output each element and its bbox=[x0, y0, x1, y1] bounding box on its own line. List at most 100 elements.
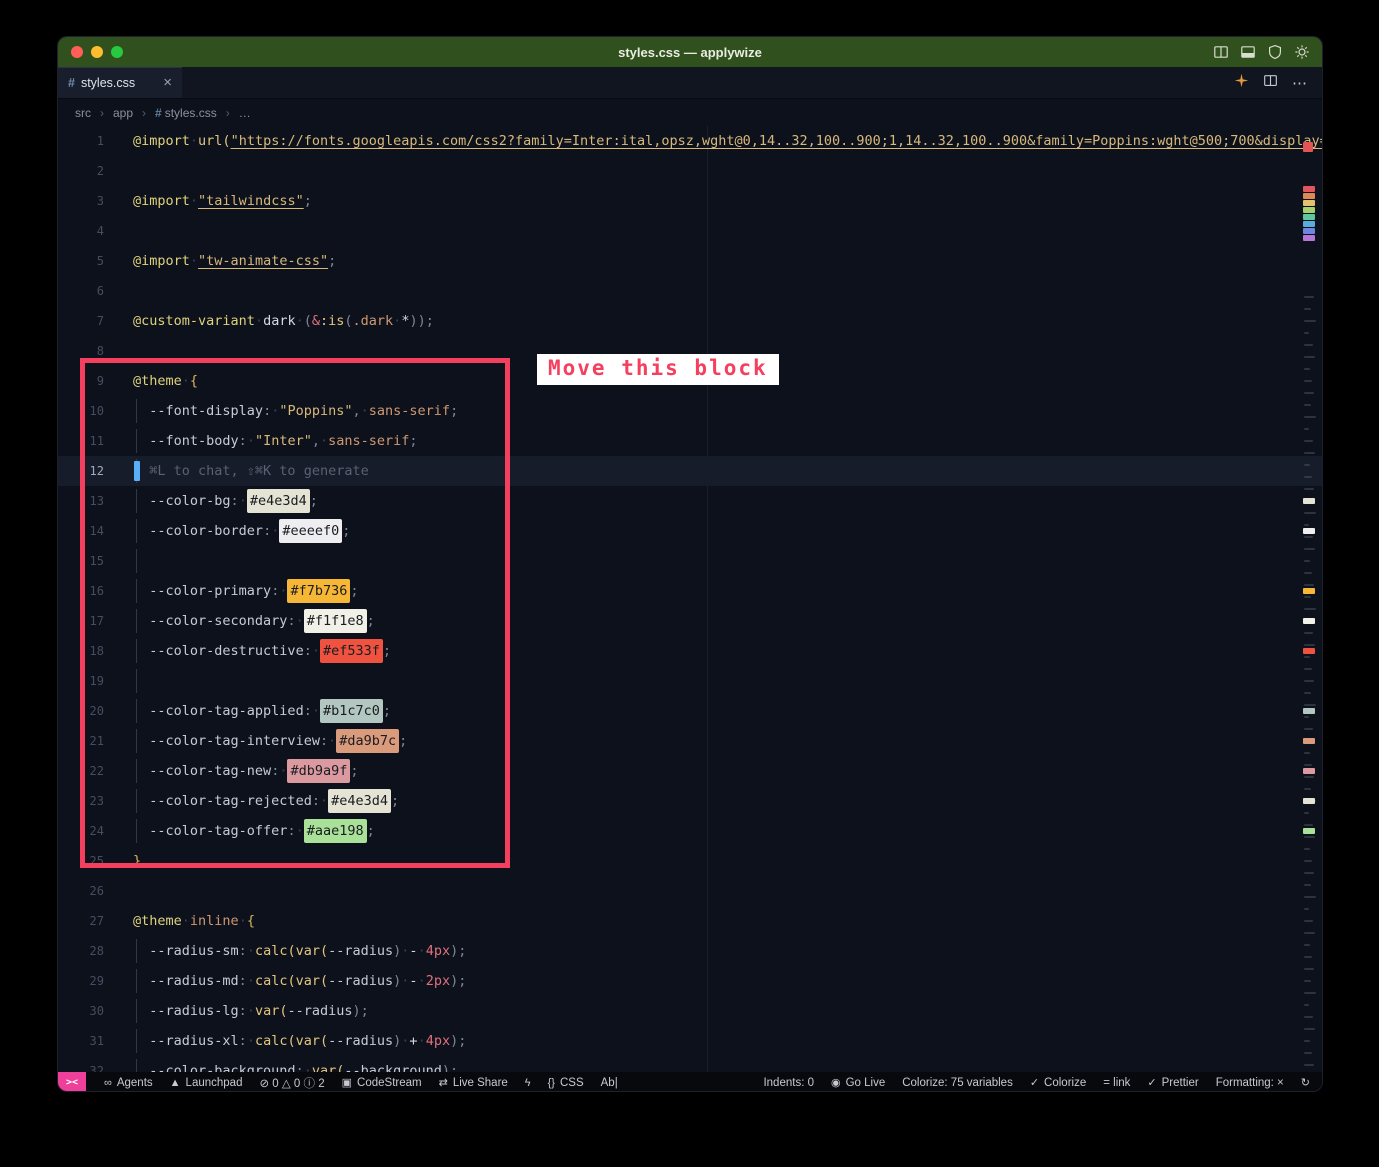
code-line-16[interactable]: 16 --color-primary:·#f7b736; bbox=[58, 576, 1322, 606]
code-token: 4px bbox=[426, 943, 450, 959]
minimap-line bbox=[1304, 896, 1316, 898]
status-lightning[interactable]: ϟ bbox=[525, 1077, 531, 1089]
status-language-mode[interactable]: {}CSS bbox=[548, 1077, 584, 1089]
code-line-14[interactable]: 14 --color-border:·#eeeef0; bbox=[58, 516, 1322, 546]
code-token: · bbox=[418, 1033, 426, 1049]
code-line-1[interactable]: 1@import·url("https://fonts.googleapis.c… bbox=[58, 126, 1322, 156]
status-live-share[interactable]: ⇄Live Share bbox=[439, 1076, 508, 1089]
close-window-button[interactable] bbox=[71, 46, 83, 58]
code-token: sans-serif bbox=[369, 403, 450, 419]
minimap-color-mark bbox=[1303, 498, 1315, 504]
settings-gear-icon[interactable] bbox=[1294, 44, 1310, 60]
shield-icon[interactable] bbox=[1267, 44, 1283, 60]
code-line-25[interactable]: 25} bbox=[58, 846, 1322, 876]
code-editor[interactable]: 1@import·url("https://fonts.googleapis.c… bbox=[58, 126, 1322, 1072]
more-actions-icon[interactable]: ⋯ bbox=[1292, 74, 1308, 92]
split-editor-icon[interactable] bbox=[1263, 73, 1278, 93]
code-line-11[interactable]: 11 --font-body:·"Inter",·sans-serif; bbox=[58, 426, 1322, 456]
color-swatch[interactable]: #e4e3d4 bbox=[328, 789, 391, 813]
code-line-3[interactable]: 3@import·"tailwindcss"; bbox=[58, 186, 1322, 216]
status-link-indicator[interactable]: = link bbox=[1103, 1077, 1130, 1089]
minimize-window-button[interactable] bbox=[91, 46, 103, 58]
breadcrumb-item--[interactable]: … bbox=[239, 106, 251, 120]
color-swatch[interactable]: #da9b7c bbox=[336, 729, 399, 753]
code-token: var( bbox=[296, 943, 329, 959]
code-line-20[interactable]: 20 --color-tag-applied:·#b1c7c0; bbox=[58, 696, 1322, 726]
code-line-12[interactable]: 12 ⌘L to chat, ⇧⌘K to generate bbox=[58, 456, 1322, 486]
minimap[interactable] bbox=[1302, 126, 1318, 1072]
remote-indicator[interactable]: >< bbox=[58, 1072, 86, 1092]
code-line-18[interactable]: 18 --color-destructive:·#ef533f; bbox=[58, 636, 1322, 666]
code-line-31[interactable]: 31 --radius-xl:·calc(var(--radius)·+·4px… bbox=[58, 1026, 1322, 1056]
code-line-29[interactable]: 29 --radius-md:·calc(var(--radius)·-·2px… bbox=[58, 966, 1322, 996]
zoom-window-button[interactable] bbox=[111, 46, 123, 58]
code-line-23[interactable]: 23 --color-tag-rejected:·#e4e3d4; bbox=[58, 786, 1322, 816]
color-swatch[interactable]: #eeeef0 bbox=[279, 519, 342, 543]
code-line-4[interactable]: 4 bbox=[58, 216, 1322, 246]
color-swatch[interactable]: #aae198 bbox=[304, 819, 367, 843]
code-line-32[interactable]: 32 --color-background:·var(--background)… bbox=[58, 1056, 1322, 1072]
code-token: ; bbox=[310, 493, 318, 509]
status-agents[interactable]: ∞Agents bbox=[104, 1077, 153, 1089]
status-ab-indicator[interactable]: Ab| bbox=[601, 1077, 618, 1089]
code-text: --radius-lg:·var(--radius); bbox=[133, 996, 1322, 1026]
code-line-7[interactable]: 7@custom-variant·dark·(&:is(.dark·*)); bbox=[58, 306, 1322, 336]
code-line-30[interactable]: 30 --radius-lg:·var(--radius); bbox=[58, 996, 1322, 1026]
code-token: --radius bbox=[328, 943, 393, 959]
minimap-color-mark bbox=[1303, 193, 1315, 199]
code-line-21[interactable]: 21 --color-tag-interview:·#da9b7c; bbox=[58, 726, 1322, 756]
code-line-27[interactable]: 27@theme·inline·{ bbox=[58, 906, 1322, 936]
breadcrumb-item-styles-css[interactable]: #styles.css bbox=[155, 106, 217, 120]
code-token: : bbox=[287, 613, 295, 629]
minimap-color-mark bbox=[1303, 648, 1315, 654]
code-line-10[interactable]: 10 --font-display:·"Poppins",·sans-serif… bbox=[58, 396, 1322, 426]
color-swatch[interactable]: #db9a9f bbox=[287, 759, 350, 783]
breadcrumb-item-src[interactable]: src bbox=[75, 106, 91, 120]
status-launchpad[interactable]: ▲Launchpad bbox=[170, 1077, 243, 1089]
color-swatch[interactable]: #f1f1e8 bbox=[304, 609, 367, 633]
code-token: · bbox=[418, 973, 426, 989]
code-line-22[interactable]: 22 --color-tag-new:·#db9a9f; bbox=[58, 756, 1322, 786]
tab-styles-css[interactable]: # styles.css × bbox=[58, 67, 182, 98]
minimap-line bbox=[1304, 656, 1310, 658]
code-line-28[interactable]: 28 --radius-sm:·calc(var(--radius)·-·4px… bbox=[58, 936, 1322, 966]
code-line-5[interactable]: 5@import·"tw-animate-css"; bbox=[58, 246, 1322, 276]
code-token: ); bbox=[450, 943, 466, 959]
code-line-15[interactable]: 15 bbox=[58, 546, 1322, 576]
status-refresh[interactable]: ↻ bbox=[1301, 1076, 1310, 1089]
code-text: --color-tag-interview:·#da9b7c; bbox=[133, 726, 1322, 756]
status-colorize-count[interactable]: Colorize: 75 variables bbox=[902, 1077, 1013, 1089]
status-prettier[interactable]: ✓Prettier bbox=[1147, 1076, 1198, 1089]
code-line-17[interactable]: 17 --color-secondary:·#f1f1e8; bbox=[58, 606, 1322, 636]
split-editor-icon[interactable] bbox=[1213, 44, 1229, 60]
code-line-2[interactable]: 2 bbox=[58, 156, 1322, 186]
status-colorize-toggle[interactable]: ✓Colorize bbox=[1030, 1076, 1086, 1089]
minimap-line bbox=[1304, 956, 1312, 958]
status-problems[interactable]: ⊘ 0 △ 0 ⓘ 2 bbox=[259, 1075, 324, 1091]
minimap-line bbox=[1304, 392, 1314, 394]
code-line-13[interactable]: 13 --color-bg:·#e4e3d4; bbox=[58, 486, 1322, 516]
code-line-26[interactable]: 26 bbox=[58, 876, 1322, 906]
code-text: @import·"tailwindcss"; bbox=[133, 186, 1322, 216]
status-codestream[interactable]: ▣CodeStream bbox=[342, 1076, 422, 1089]
color-swatch[interactable]: #f7b736 bbox=[287, 579, 350, 603]
status-formatting[interactable]: Formatting: × bbox=[1216, 1077, 1284, 1089]
code-line-24[interactable]: 24 --color-tag-offer:·#aae198; bbox=[58, 816, 1322, 846]
status-indents-label: Indents: 0 bbox=[763, 1077, 814, 1089]
annotation-label: Move this block bbox=[537, 354, 779, 385]
status-go-live[interactable]: ◉Go Live bbox=[831, 1076, 885, 1089]
code-line-6[interactable]: 6 bbox=[58, 276, 1322, 306]
color-swatch[interactable]: #e4e3d4 bbox=[247, 489, 310, 513]
ai-sparkle-icon[interactable] bbox=[1234, 73, 1249, 93]
code-token: : bbox=[263, 403, 271, 419]
tab-close-icon[interactable]: × bbox=[163, 75, 172, 90]
panel-layout-icon[interactable] bbox=[1240, 44, 1256, 60]
code-text: --color-bg:·#e4e3d4; bbox=[133, 486, 1322, 516]
indent-guide bbox=[136, 819, 137, 843]
code-line-19[interactable]: 19 bbox=[58, 666, 1322, 696]
color-swatch[interactable]: #ef533f bbox=[320, 639, 383, 663]
breadcrumb-item-app[interactable]: app bbox=[113, 106, 133, 120]
color-swatch[interactable]: #b1c7c0 bbox=[320, 699, 383, 723]
status-indents[interactable]: Indents: 0 bbox=[763, 1077, 814, 1089]
minimap-line bbox=[1304, 380, 1312, 382]
